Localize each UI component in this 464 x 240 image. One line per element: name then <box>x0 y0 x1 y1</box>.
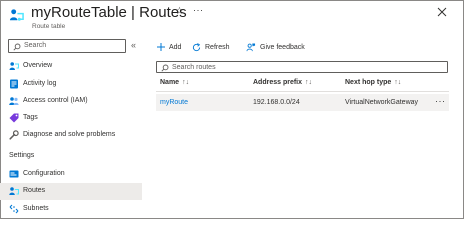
feedback-icon <box>246 42 256 51</box>
column-header-address-prefix[interactable]: Address prefix ↑↓ <box>253 79 312 86</box>
add-button-label: Add <box>169 43 182 51</box>
sort-icon[interactable]: ↑↓ <box>305 79 312 86</box>
sidebar-item-label: Activity log <box>23 80 57 87</box>
activity-log-icon <box>10 79 18 89</box>
column-header-name[interactable]: Name ↑↓ <box>160 79 189 86</box>
refresh-button-label: Refresh <box>205 43 230 51</box>
sort-icon[interactable]: ↑↓ <box>182 79 189 86</box>
access-control-icon <box>9 97 19 105</box>
sidebar-item-routes[interactable]: Routes <box>0 183 142 200</box>
sidebar-item-label: Routes <box>23 187 46 194</box>
subnets-icon <box>9 204 19 214</box>
sidebar-item-label: Tags <box>23 114 38 121</box>
close-icon[interactable] <box>437 7 447 17</box>
column-header-label: Name <box>160 79 180 86</box>
sort-icon[interactable]: ↑↓ <box>394 79 401 86</box>
configuration-icon <box>9 170 19 178</box>
address-prefix-cell: 192.168.0.0/24 <box>253 99 300 106</box>
refresh-icon <box>192 42 201 51</box>
sidebar-item-label: Subnets <box>23 205 49 212</box>
sidebar-item-label: Configuration <box>23 170 65 177</box>
plus-icon <box>157 43 165 51</box>
sidebar-search-input[interactable]: Search <box>8 39 126 53</box>
sidebar-item-diagnose[interactable]: Diagnose and solve problems <box>0 127 142 144</box>
column-header-next-hop-type[interactable]: Next hop type ↑↓ <box>345 79 401 86</box>
page-title: myRouteTable | Routes <box>31 4 187 21</box>
sidebar-section-settings: Settings <box>9 152 35 159</box>
search-routes-placeholder: Search routes <box>172 63 216 71</box>
search-icon <box>161 64 169 72</box>
give-feedback-label: Give feedback <box>260 43 305 51</box>
column-header-label: Next hop type <box>345 79 392 86</box>
wrench-icon <box>9 130 19 140</box>
sidebar-item-label: Overview <box>23 62 53 69</box>
sidebar-item-configuration[interactable]: Configuration <box>0 166 142 183</box>
route-name-link[interactable]: myRoute <box>160 99 188 106</box>
sidebar-item-overview[interactable]: Overview <box>0 58 142 75</box>
add-button[interactable]: Add <box>157 41 181 53</box>
search-icon <box>13 43 21 51</box>
column-header-label: Address prefix <box>253 79 303 86</box>
overview-icon <box>9 62 19 70</box>
favorite-star-icon[interactable]: ☆ <box>175 7 184 17</box>
header-divider <box>156 91 449 92</box>
collapse-sidebar-button[interactable]: « <box>131 39 136 51</box>
search-routes-input[interactable]: Search routes <box>156 61 448 73</box>
sidebar-item-label: Diagnose and solve problems <box>23 131 116 138</box>
next-hop-type-cell: VirtualNetworkGateway <box>345 99 419 106</box>
sidebar-item-label: Access control (IAM) <box>23 97 88 104</box>
sidebar-item-access-control[interactable]: Access control (IAM) <box>0 93 142 110</box>
sidebar-item-activity-log[interactable]: Activity log <box>0 76 142 93</box>
sidebar-item-tags[interactable]: Tags <box>0 110 142 127</box>
give-feedback-button[interactable]: Give feedback <box>246 41 305 53</box>
more-options-icon[interactable]: ··· <box>193 5 204 15</box>
routes-icon <box>9 187 19 195</box>
sidebar-item-subnets[interactable]: Subnets <box>0 201 142 218</box>
route-table-icon <box>9 9 24 21</box>
refresh-button[interactable]: Refresh <box>192 41 230 53</box>
sidebar-search-placeholder: Search <box>24 42 47 49</box>
row-more-options-icon[interactable]: ··· <box>435 96 446 106</box>
page-subtitle: Route table <box>32 23 66 30</box>
tag-icon <box>9 113 19 123</box>
